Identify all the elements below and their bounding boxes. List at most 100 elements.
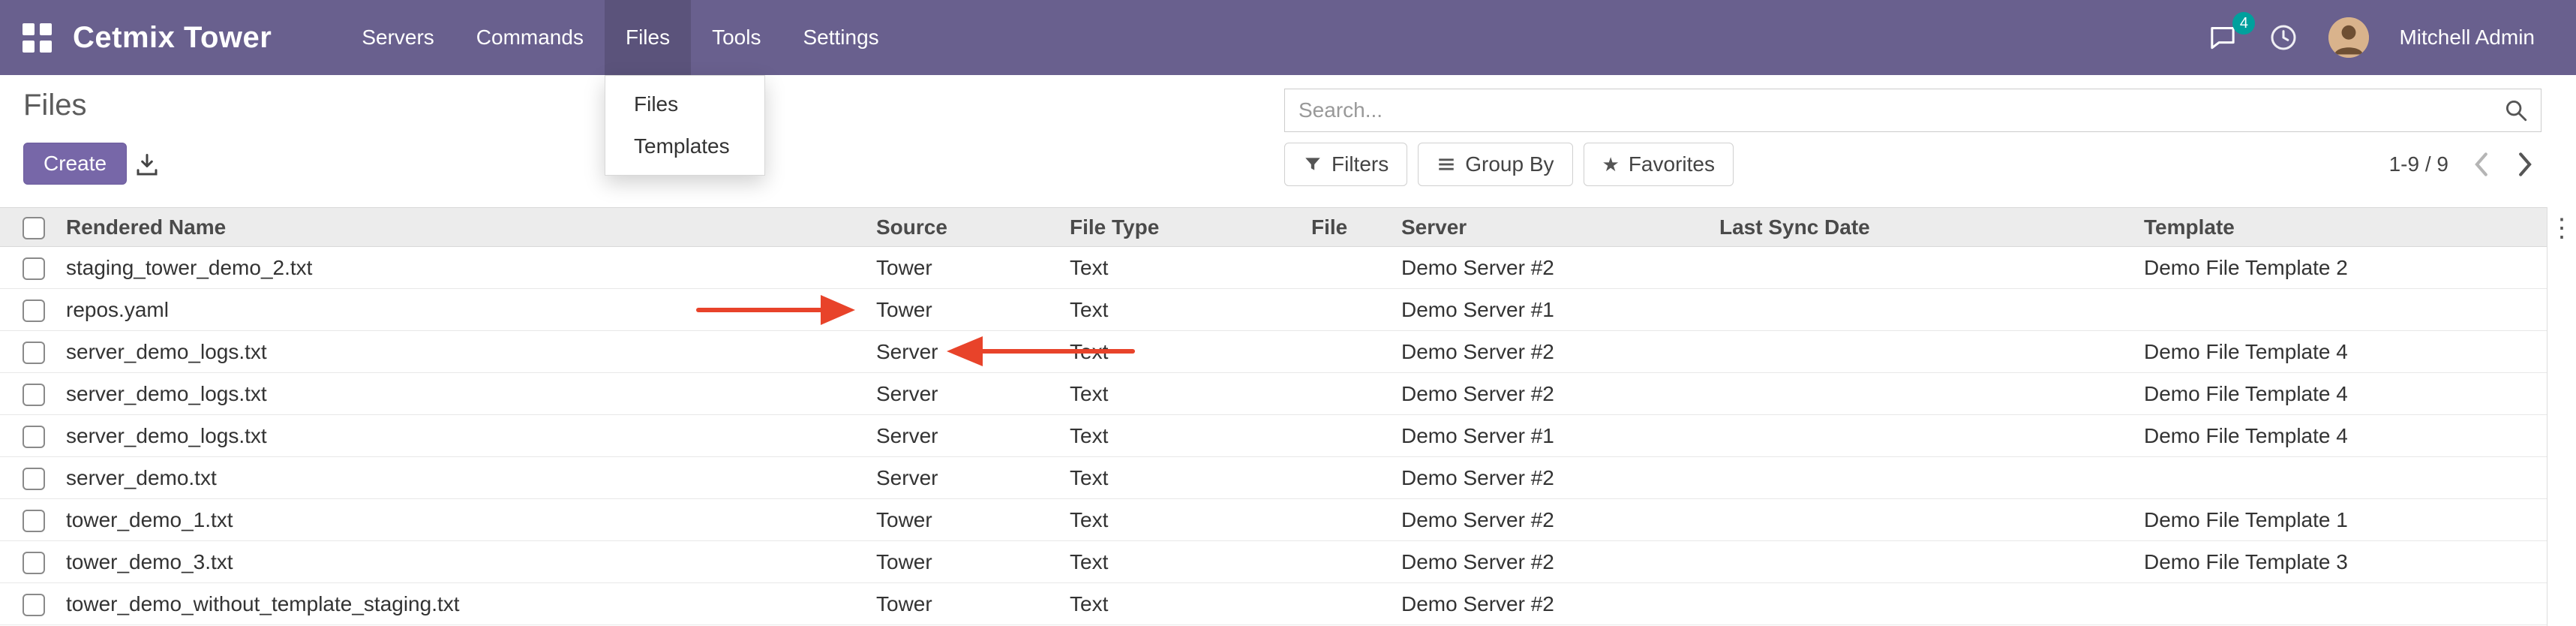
table-header-row: Rendered Name Source File Type File Serv…: [0, 208, 2547, 247]
cell-server: Demo Server #2: [1392, 457, 1710, 499]
table-row[interactable]: tower_demo_3.txtTowerTextDemo Server #2D…: [0, 541, 2547, 583]
main-menu: Servers Commands Files Tools Settings: [341, 0, 899, 75]
column-header-rendered-name[interactable]: Rendered Name: [57, 208, 867, 247]
table-row[interactable]: tower_demo_without_template_staging.txtT…: [0, 583, 2547, 625]
cell-rendered-name: tower_demo_3.txt: [57, 541, 867, 583]
cell-file: [1302, 415, 1392, 457]
row-checkbox[interactable]: [23, 468, 45, 490]
cell-last-sync-date: [1710, 583, 2135, 625]
cell-rendered-name: tower_demo_1.txt: [57, 499, 867, 541]
cell-source: Tower: [867, 583, 1061, 625]
files-list: Rendered Name Source File Type File Serv…: [0, 207, 2547, 625]
cell-rendered-name: server_demo_logs.txt: [57, 331, 867, 373]
nav-item-commands[interactable]: Commands: [455, 0, 605, 75]
row-checkbox[interactable]: [23, 594, 45, 616]
column-header-file[interactable]: File: [1302, 208, 1392, 247]
cell-source: Server: [867, 415, 1061, 457]
cell-server: Demo Server #1: [1392, 415, 1710, 457]
cell-last-sync-date: [1710, 457, 2135, 499]
group-by-label: Group By: [1465, 152, 1554, 176]
cell-template: Demo File Template 4: [2135, 373, 2547, 415]
nav-item-servers[interactable]: Servers: [341, 0, 455, 75]
filters-label: Filters: [1332, 152, 1389, 176]
row-checkbox[interactable]: [23, 384, 45, 406]
select-all-checkbox[interactable]: [23, 217, 45, 239]
row-checkbox[interactable]: [23, 510, 45, 532]
cell-source: Server: [867, 373, 1061, 415]
table-row[interactable]: staging_tower_demo_2.txtTowerTextDemo Se…: [0, 247, 2547, 289]
table-row[interactable]: server_demo_logs.txtServerText Demo Serve…: [0, 331, 2547, 373]
messages-icon[interactable]: 4: [2207, 23, 2238, 53]
cell-last-sync-date: [1710, 289, 2135, 331]
row-checkbox[interactable]: [23, 342, 45, 364]
cell-file-type: Text: [1061, 331, 1302, 373]
cell-file-type: Text: [1061, 499, 1302, 541]
bars-icon: [1437, 155, 1456, 174]
pager-next-icon[interactable]: [2513, 149, 2538, 180]
pager-range: 1-9 / 9: [2389, 152, 2448, 176]
group-by-button[interactable]: Group By: [1418, 143, 1572, 186]
favorites-label: Favorites: [1629, 152, 1715, 176]
cell-server: Demo Server #2: [1392, 331, 1710, 373]
cell-template: Demo File Template 3: [2135, 541, 2547, 583]
cell-template: [2135, 583, 2547, 625]
cell-file-type: Text: [1061, 583, 1302, 625]
nav-item-settings[interactable]: Settings: [782, 0, 899, 75]
column-header-file-type[interactable]: File Type: [1061, 208, 1302, 247]
column-options-icon[interactable]: ⋮: [2549, 213, 2574, 243]
row-checkbox[interactable]: [23, 426, 45, 448]
cell-server: Demo Server #2: [1392, 583, 1710, 625]
row-checkbox[interactable]: [23, 552, 45, 574]
table-row[interactable]: tower_demo_1.txtTowerTextDemo Server #2D…: [0, 499, 2547, 541]
cell-rendered-name: server_demo_logs.txt: [57, 415, 867, 457]
dropdown-item-files[interactable]: Files: [605, 83, 764, 125]
cell-rendered-name: repos.yaml: [57, 289, 867, 331]
cell-rendered-name: tower_demo_without_template_staging.txt: [57, 583, 867, 625]
cell-rendered-name: server_demo_logs.txt: [57, 373, 867, 415]
cell-server: Demo Server #2: [1392, 499, 1710, 541]
top-nav: Cetmix Tower Servers Commands Files Tool…: [0, 0, 2576, 75]
cell-file: [1302, 331, 1392, 373]
cell-last-sync-date: [1710, 415, 2135, 457]
cell-rendered-name: server_demo.txt: [57, 457, 867, 499]
create-button[interactable]: Create: [23, 143, 127, 185]
column-header-last-sync-date[interactable]: Last Sync Date: [1710, 208, 2135, 247]
user-name[interactable]: Mitchell Admin: [2399, 26, 2535, 50]
cell-last-sync-date: [1710, 331, 2135, 373]
nav-item-files[interactable]: Files: [605, 0, 691, 75]
cell-server: Demo Server #1: [1392, 289, 1710, 331]
files-dropdown-menu: Files Templates: [605, 75, 765, 176]
cell-source: Server: [867, 331, 1061, 373]
cell-file: [1302, 457, 1392, 499]
apps-menu-icon[interactable]: [23, 23, 52, 53]
cell-last-sync-date: [1710, 499, 2135, 541]
cell-source: Tower: [867, 499, 1061, 541]
table-row[interactable]: server_demo.txtServerTextDemo Server #2: [0, 457, 2547, 499]
cell-template: [2135, 289, 2547, 331]
column-header-source[interactable]: Source: [867, 208, 1061, 247]
table-right-gutter: [2547, 207, 2576, 626]
pager-previous-icon[interactable]: [2468, 149, 2493, 180]
search-bar: [1284, 89, 2541, 132]
search-options: Filters Group By ★ Favorites: [1284, 143, 1734, 186]
table-row[interactable]: server_demo_logs.txtServerTextDemo Serve…: [0, 415, 2547, 457]
search-input[interactable]: [1285, 98, 2503, 122]
search-icon[interactable]: [2503, 98, 2529, 123]
filters-button[interactable]: Filters: [1284, 143, 1407, 186]
column-header-template[interactable]: Template: [2135, 208, 2547, 247]
activities-icon[interactable]: [2268, 23, 2298, 53]
cell-file-type: Text: [1061, 457, 1302, 499]
dropdown-item-templates[interactable]: Templates: [605, 125, 764, 167]
row-checkbox[interactable]: [23, 257, 45, 280]
cell-source: Tower: [867, 541, 1061, 583]
column-header-server[interactable]: Server: [1392, 208, 1710, 247]
favorites-button[interactable]: ★ Favorites: [1584, 143, 1734, 186]
nav-item-tools[interactable]: Tools: [691, 0, 782, 75]
table-row[interactable]: server_demo_logs.txtServerTextDemo Serve…: [0, 373, 2547, 415]
cell-template: [2135, 457, 2547, 499]
cell-file-type: Text: [1061, 247, 1302, 289]
download-icon[interactable]: [129, 147, 165, 185]
table-row[interactable]: repos.yamlTowerTextDemo Server #1: [0, 289, 2547, 331]
row-checkbox[interactable]: [23, 299, 45, 322]
avatar[interactable]: [2328, 17, 2369, 58]
